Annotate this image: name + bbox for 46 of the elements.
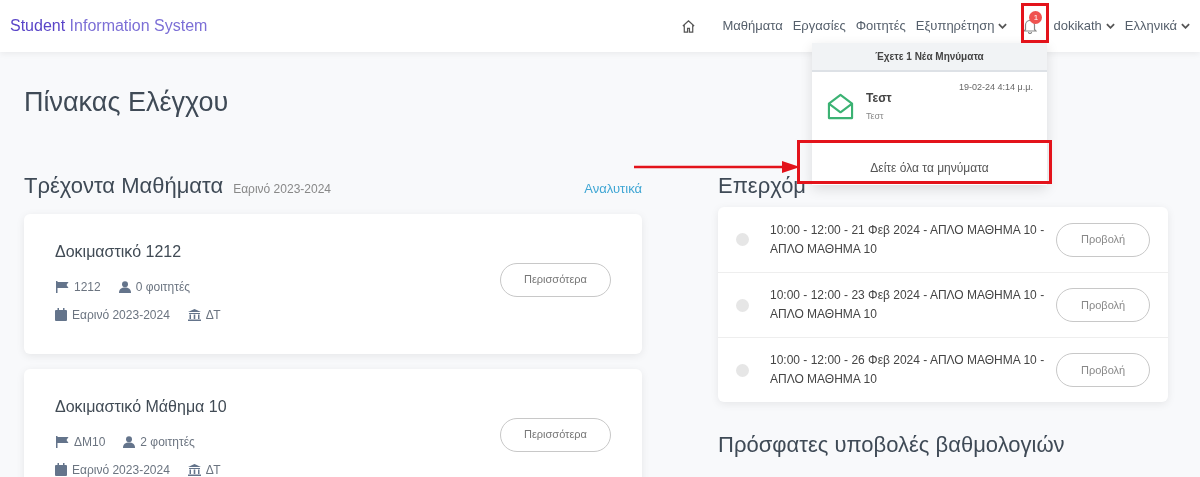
user-icon bbox=[118, 280, 131, 293]
home-icon[interactable] bbox=[681, 18, 697, 34]
nav-link[interactable]: Εργασίες bbox=[792, 16, 846, 36]
event-text: 10:00 - 12:00 - 21 Φεβ 2024 - ΑΠΛΟ ΜΑΘΗΜΑ 10 - ΑΠΛΟ ΜΑΘΗΜΑ 10 bbox=[770, 221, 1046, 258]
course-code: 1212 bbox=[74, 278, 101, 296]
caret-icon bbox=[998, 23, 1008, 29]
event-text: 10:00 - 12:00 - 23 Φεβ 2024 - ΑΠΛΟ ΜΑΘΗΜΑ 10 - ΑΠΛΟ ΜΑΘΗΜΑ 10 bbox=[770, 287, 1046, 323]
calendar-icon bbox=[55, 308, 67, 321]
envelope-icon bbox=[827, 92, 854, 120]
caret-icon bbox=[1181, 23, 1190, 29]
caret-icon bbox=[1105, 23, 1115, 29]
section-title: Τρέχοντα Μαθήματα bbox=[24, 171, 224, 200]
brand-link[interactable]: Student Information System bbox=[10, 14, 208, 38]
dropdown-header: Έχετε 1 Νέα Μηνύματα bbox=[812, 43, 1047, 72]
event-text: 10:00 - 12:00 - 26 Φεβ 2024 - ΑΠΛΟ ΜΑΘΗΜΑ 10 - ΑΠΛΟ ΜΑΘΗΜΑ 10 bbox=[770, 352, 1046, 388]
student-count: 2 φοιτητές bbox=[140, 433, 195, 451]
flag-icon bbox=[55, 435, 69, 448]
language-menu[interactable]: Ελληνικά bbox=[1124, 16, 1190, 36]
notification-count-badge: 1 bbox=[1029, 11, 1043, 24]
message-item[interactable]: Τεστ Τεστ 19-02-24 4:14 μ.μ. bbox=[812, 72, 1047, 140]
course-name: Δοκιμαστικό 1212 bbox=[55, 241, 183, 262]
nav-link[interactable]: Μαθήματα bbox=[722, 16, 783, 36]
page-title: Πίνακας Ελέγχου bbox=[24, 86, 230, 119]
user-icon bbox=[123, 435, 136, 448]
message-title: Τεστ bbox=[866, 89, 892, 107]
section-title: Πρόσφατες υποβολές βαθμολογιών bbox=[718, 431, 1066, 459]
student-count: 0 φοιτητές bbox=[135, 278, 191, 296]
department-label: ΔΤ bbox=[205, 306, 221, 324]
semester-label: Εαρινό 2023-2024 bbox=[233, 180, 331, 198]
message-preview: Τεστ bbox=[866, 109, 885, 123]
bell-icon bbox=[1023, 18, 1038, 34]
institution-icon bbox=[187, 308, 201, 321]
flag-icon bbox=[55, 280, 69, 293]
course-semester: Εαρινό 2023-2024 bbox=[72, 461, 170, 477]
nav-link[interactable]: Φοιτητές bbox=[855, 16, 906, 36]
message-time: 19-02-24 4:14 μ.μ. bbox=[959, 81, 1033, 94]
view-all-messages-link[interactable]: Δείτε όλα τα μηνύματα bbox=[812, 140, 1047, 185]
course-code: ΔΜ10 bbox=[74, 433, 106, 451]
highlight-frame bbox=[1021, 3, 1049, 43]
calendar-icon bbox=[55, 463, 67, 476]
course-name: Δοκιμαστικό Μάθημα 10 bbox=[55, 396, 228, 417]
course-semester: Εαρινό 2023-2024 bbox=[72, 306, 170, 324]
nav-link[interactable]: Εξυπηρέτηση bbox=[915, 16, 1008, 36]
department-label: ΔΤ bbox=[205, 461, 221, 477]
user-menu[interactable]: dokikath bbox=[1053, 16, 1115, 36]
institution-icon bbox=[187, 463, 201, 476]
